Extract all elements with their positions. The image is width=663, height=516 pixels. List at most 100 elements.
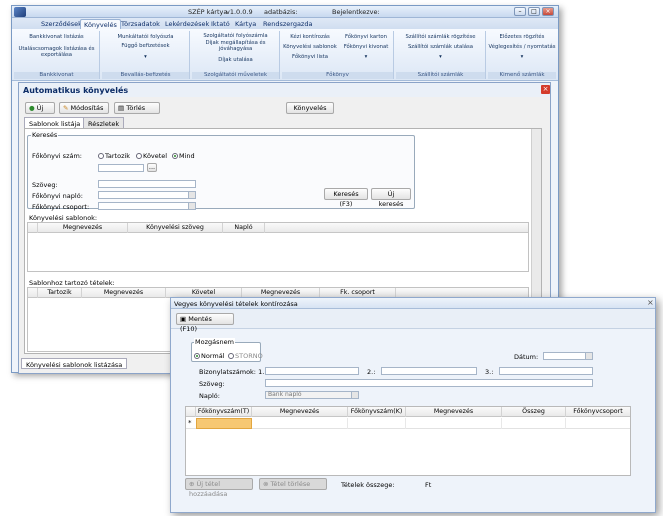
group-select[interactable] (98, 202, 196, 210)
doc-number-3-label: 3.: (485, 368, 494, 376)
delete-item-button[interactable]: ⊗ Tétel törlése (259, 478, 327, 490)
radio-all[interactable]: Mind (172, 152, 195, 160)
radio-credit[interactable]: Követel (136, 152, 167, 160)
ribbon-item-fokonyvi-kivonat[interactable]: Főkönyvi kivonat (338, 44, 394, 50)
total-unit: Ft (425, 481, 432, 489)
journal-select[interactable]: Bank napló (265, 391, 359, 399)
movement-group-label: Mozgásnem (194, 338, 235, 346)
ribbon-item-szolgaltatoi-folyoszamla[interactable]: Szolgáltatói folyószámla (192, 33, 279, 39)
ribbon-item-szallitoi-rogzites[interactable]: Szállítói számlák rögzítése (396, 34, 485, 40)
mixed-title: Vegyes könyvelési tételek kontírozása (174, 300, 298, 308)
doc-number-2-input[interactable] (381, 367, 477, 375)
delete-button[interactable]: ▤ Törlés (114, 102, 160, 114)
close-icon[interactable]: × (647, 298, 654, 307)
tab-szerzodesek[interactable]: Szerződések (38, 19, 85, 29)
chevron-down-icon[interactable]: ▾ (102, 54, 189, 60)
ribbon-item-elozetes-rogzites[interactable]: Előzetes rögzítés (488, 34, 556, 40)
radio-normal[interactable]: Normál (194, 352, 225, 360)
movement-group: Mozgásnem Normál STORNO (191, 338, 263, 362)
text-input[interactable] (265, 379, 593, 387)
entries-grid[interactable]: Főkönyvszám(T) Megnevezés Főkönyvszám(K)… (185, 406, 631, 476)
ribbon-group-label: Szolgáltatói műveletek (192, 72, 279, 79)
tab-iktato[interactable]: Iktató (208, 19, 233, 29)
ribbon-item-fuggo-befizetesek[interactable]: Függő befizetések (102, 43, 189, 49)
date-picker[interactable] (543, 352, 593, 360)
browse-button[interactable]: ... (147, 163, 157, 172)
journal-select[interactable] (98, 191, 196, 199)
templates-grid[interactable]: Megnevezés Könyvelési szöveg Napló (27, 222, 529, 272)
tab-template-list[interactable]: Sablonok listája (24, 117, 86, 128)
doc-number-2-label: 2.: (367, 368, 376, 376)
edit-button[interactable]: ✎ Módosítás (59, 102, 109, 114)
save-button[interactable]: ▣ Mentés (F10) (176, 313, 234, 333)
ribbon-item-fokonyvi-lista[interactable]: Főkönyvi lista (282, 54, 338, 60)
col-journal[interactable]: Napló (223, 223, 265, 233)
mixed-booking-window: Vegyes könyvelési tételek kontírozása × … (170, 297, 656, 513)
add-icon: ⊕ (189, 480, 195, 488)
ribbon-item-veglegesites[interactable]: Véglegesítés / nyomtatás (488, 44, 556, 50)
login-label: Bejelentkezve: (332, 8, 380, 16)
table-row[interactable]: * (186, 418, 630, 429)
ribbon-item-szallitoi-utalas[interactable]: Szállítói számlák utalása (396, 44, 485, 50)
close-icon[interactable]: × (541, 85, 550, 94)
chevron-down-icon[interactable]: ▾ (488, 54, 556, 60)
col-name[interactable]: Megnevezés (38, 223, 128, 233)
col-account-debit[interactable]: Főkönyvszám(T) (196, 407, 252, 417)
radio-storno[interactable]: STORNO (228, 352, 263, 360)
new-button[interactable]: ● Új (25, 102, 55, 114)
mixed-title-bar: Vegyes könyvelési tételek kontírozása × (171, 298, 655, 309)
account-input[interactable] (98, 164, 144, 172)
tab-konyveles[interactable]: Könyvelés (80, 19, 121, 29)
account-label: Főkönyvi szám: (32, 152, 82, 160)
col-amount[interactable]: Összeg (502, 407, 566, 417)
add-item-button[interactable]: ⊕ Új tétel hozzáadása (185, 478, 253, 498)
ribbon-item-bankkivonat-listazas[interactable]: Bankkivonat listázás (14, 34, 99, 40)
radio-debit[interactable]: Tartozik (98, 152, 130, 160)
items-label: Sablonhoz tartozó tételek: (29, 279, 115, 287)
search-button[interactable]: Keresés (F3) (324, 188, 368, 208)
ribbon-item-dijak-megallapitasa[interactable]: Díjak megállapítása és jóváhagyása (192, 40, 279, 52)
ribbon-group-label: Szállítói számlák (396, 72, 485, 79)
close-button[interactable]: × (542, 7, 554, 16)
text-label: Szöveg: (199, 380, 225, 388)
col-name-debit[interactable]: Megnevezés (82, 288, 166, 298)
active-cell[interactable] (196, 418, 252, 429)
ribbon-group-fokonyv: Kézi kontírozás Könyvelési sablonok Főkö… (282, 31, 394, 79)
doc-number-3-input[interactable] (499, 367, 593, 375)
col-name-credit[interactable]: Megnevezés (406, 407, 502, 417)
col-account-group[interactable]: Főkönyvcsoport (566, 407, 630, 417)
new-search-button[interactable]: Új keresés (371, 188, 411, 208)
ribbon-item-utalascsomagok[interactable]: Utaláscsomagok listázása és exportálása (14, 46, 99, 58)
tab-details[interactable]: Részletek (83, 117, 125, 128)
tab-kartya[interactable]: Kártya (232, 19, 259, 29)
col-debit[interactable]: Tartozik (38, 288, 82, 298)
text-input[interactable] (98, 180, 196, 188)
mixed-toolbar: ▣ Mentés (F10) (171, 309, 655, 333)
chevron-down-icon[interactable]: ▾ (396, 54, 485, 60)
book-button[interactable]: Könyvelés (286, 102, 334, 114)
ribbon-item-munkaltatoi-folyoszla[interactable]: Munkáltatói folyószla (102, 34, 189, 40)
col-booking-text[interactable]: Könyvelési szöveg (128, 223, 223, 233)
ribbon-group-label: Bankkivonat (14, 72, 99, 79)
doc-number-1-input[interactable] (265, 367, 359, 375)
app-logo-icon (14, 7, 26, 17)
tab-rendszergazda[interactable]: Rendszergazda (260, 19, 315, 29)
tab-torzsadatok[interactable]: Törzsadatok (118, 19, 163, 29)
ribbon-item-konyvelesi-sablonok[interactable]: Könyvelési sablonok (282, 44, 338, 50)
maximize-button[interactable]: □ (528, 7, 540, 16)
ribbon-item-dijak-utalasa[interactable]: Díjak utalása (192, 57, 279, 63)
col-account-credit[interactable]: Főkönyvszám(K) (348, 407, 406, 417)
app-title: SZÉP kártya (188, 8, 228, 16)
group-label: Főkönyvi csoport: (32, 203, 90, 211)
minimize-button[interactable]: – (514, 7, 526, 16)
ribbon: Bankkivonat listázás Utaláscsomagok list… (12, 29, 558, 81)
chevron-down-icon[interactable]: ▾ (338, 54, 394, 60)
ribbon-item-kezi-kontirozas[interactable]: Kézi kontírozás (282, 34, 338, 40)
tab-lekerdezesek[interactable]: Lekérdezések (162, 19, 212, 29)
col-name-debit[interactable]: Megnevezés (252, 407, 348, 417)
auto-booking-title: Automatikus könyvelés (19, 83, 550, 97)
bottom-tab-template-listing[interactable]: Könyvelési sablonok listázása (21, 358, 128, 369)
ribbon-item-fokonyvi-karton[interactable]: Főkönyvi karton (338, 34, 394, 40)
search-group: Keresés Főkönyvi szám: Tartozik Követel … (27, 131, 415, 211)
ribbon-group-bevallas: Munkáltatói folyószla Függő befizetések … (102, 31, 190, 79)
